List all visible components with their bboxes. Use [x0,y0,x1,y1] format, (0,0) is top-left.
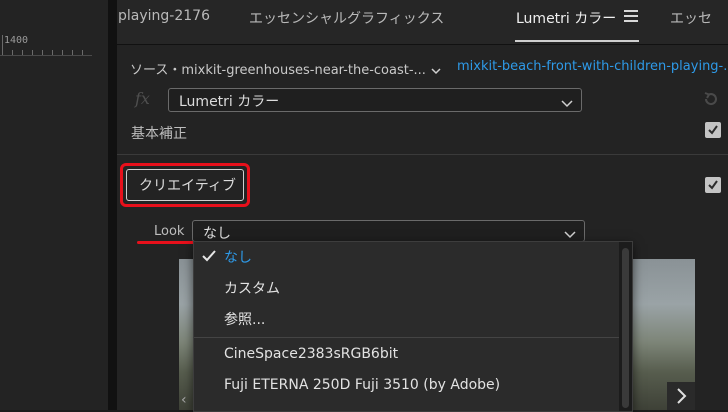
tab-essential-sound[interactable]: エッセ [670,8,712,28]
source-row: ソース・mixkit-greenhouses-near-the-coast-..… [117,55,728,83]
effect-select[interactable]: Lumetri カラー [168,88,582,112]
look-select[interactable]: なし [192,220,585,242]
fx-icon[interactable]: fx [135,89,150,108]
tab-essential-graphics[interactable]: エッセンシャルグラフィックス [249,8,444,28]
creative-enable-checkbox[interactable] [705,177,721,193]
sequence-clip-link[interactable]: mixkit-beach-front-with-children-playing… [457,59,728,74]
tab-lumetri-color[interactable]: Lumetri カラー [516,8,616,28]
look-select-value: なし [203,226,231,242]
active-tab-indicator [515,40,639,42]
effect-row: fx Lumetri カラー [117,88,728,112]
chevron-down-icon [561,96,573,112]
panel-divider[interactable] [108,0,117,410]
section-title-basic: 基本補正 [131,126,187,142]
tab-bar: playing-2176 エッセンシャルグラフィックス Lumetri カラー … [117,0,728,45]
scrollbar-thumb[interactable] [622,248,629,408]
chevron-down-icon[interactable] [431,63,441,79]
menu-item-custom[interactable]: カスタム [224,278,280,298]
creative-highlight-box: クリエイティブ [120,163,250,207]
basic-enable-checkbox[interactable] [705,122,721,138]
menu-item-browse[interactable]: 参照... [224,309,265,329]
menu-item-fuji-eterna[interactable]: Fuji ETERNA 250D Fuji 3510 (by Adobe) [224,377,500,393]
next-look-button[interactable] [667,382,695,410]
chevron-right-icon [677,388,687,404]
effect-select-value: Lumetri カラー [179,94,280,110]
look-label: Look [154,224,185,239]
master-clip-label[interactable]: ソース・mixkit-greenhouses-near-the-coast-..… [130,59,426,78]
timeline-panel: 1400 [0,0,108,410]
look-dropdown-menu: なし カスタム 参照... CineSpace2383sRGB6bit Fuji… [193,241,633,412]
tab-program[interactable]: playing-2176 [118,8,210,24]
menu-scrollbar[interactable] [619,242,632,411]
checkmark-icon [202,250,216,266]
menu-item-cinespace[interactable]: CineSpace2383sRGB6bit [224,346,398,362]
menu-item-none[interactable]: なし [224,247,252,267]
ruler-value: 1400 [4,35,29,46]
timeline-ruler[interactable]: 1400 [0,33,92,56]
reset-icon[interactable] [702,90,720,112]
menu-separator [194,337,619,338]
basic-correction-section[interactable]: 基本補正 [117,120,728,155]
section-title-creative: クリエイティブ [139,178,236,194]
creative-section-header[interactable]: クリエイティブ [126,169,244,201]
hamburger-menu-icon[interactable] [624,10,638,22]
